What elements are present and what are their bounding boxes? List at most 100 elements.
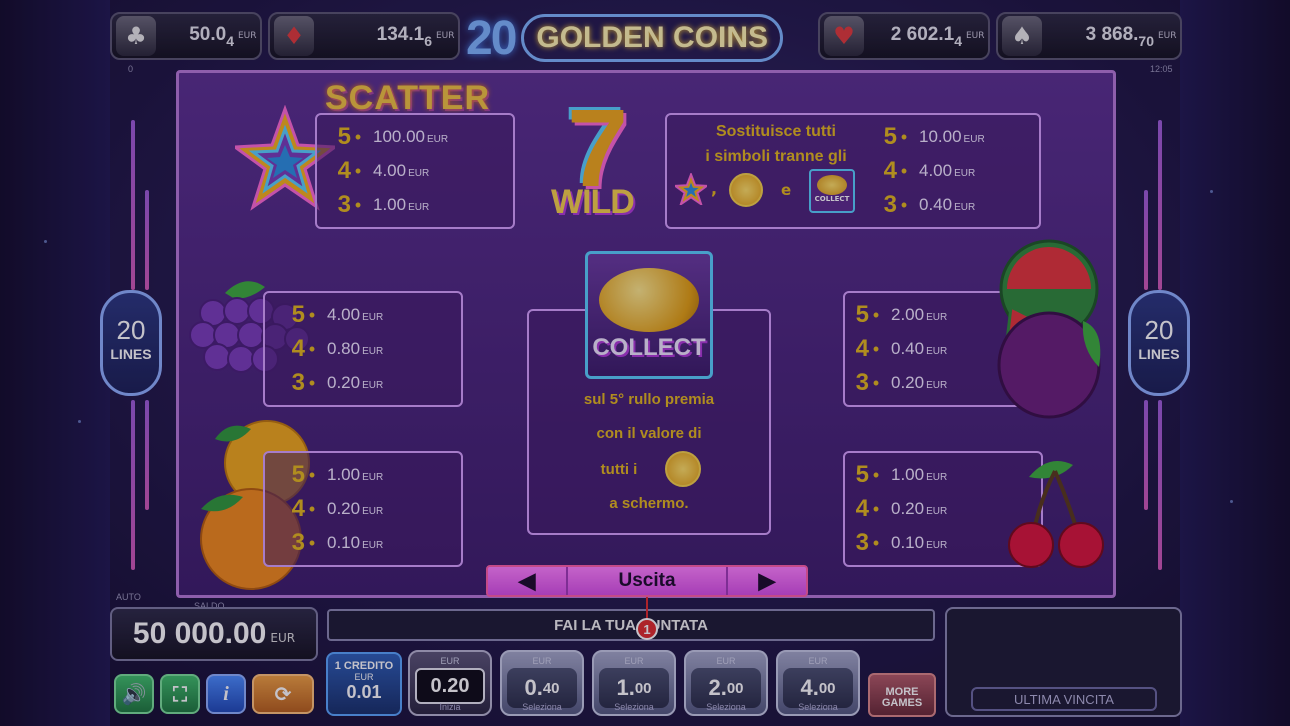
clubs-icon: ♣ (116, 16, 156, 56)
star-mini-icon (675, 173, 707, 205)
jackpot-currency: EUR (436, 31, 455, 41)
pay-dot: • (308, 338, 316, 359)
line-indicator-bar (131, 400, 135, 570)
pay-value: 1.00 (327, 465, 361, 484)
autoplay-icon[interactable]: ⟳ (252, 674, 314, 714)
marker-line (646, 597, 648, 619)
fullscreen-icon[interactable]: ⛶ (160, 674, 200, 714)
lines-label: LINES (1138, 346, 1180, 362)
pay-row: 4 • 0.20 EUR (271, 495, 384, 523)
bet-button[interactable]: EUR 2. 00 Seleziona (684, 650, 768, 716)
bet-button[interactable]: EUR 4. 00 Seleziona (776, 650, 860, 716)
pay-dot: • (354, 194, 362, 215)
next-page-button[interactable]: ▶ (726, 567, 806, 595)
line-indicator-bar (1144, 400, 1148, 510)
bet-currency: EUR (808, 656, 828, 666)
jackpot-value: 134.1 (376, 23, 425, 45)
wild-separator-e: e (781, 181, 792, 199)
pay-dot: • (308, 372, 316, 393)
lines-count: 20 (116, 315, 146, 345)
pay-unit: EUR (954, 202, 976, 213)
pay-value: 0.20 (891, 499, 925, 518)
pay-row: 3 • 0.10 EUR (835, 529, 948, 557)
line-indicator-bar (1158, 400, 1162, 570)
bet-decimals: 00 (634, 679, 652, 697)
bet-amount: 0. (524, 675, 543, 700)
scatter-paytable: 5 • 100.00 EUR 4 • 4.00 EUR 3 • 1.00 EUR (315, 113, 515, 229)
pay-unit: EUR (362, 312, 384, 323)
pay-value: 0.20 (327, 499, 361, 518)
jackpot-decimals: 4 (954, 32, 962, 49)
exit-button[interactable]: Uscita (568, 567, 726, 595)
pay-row: 5 • 2.00 EUR (835, 301, 948, 329)
hearts-icon: ♥ (824, 16, 864, 56)
info-icon[interactable]: i (206, 674, 246, 714)
pay-dot: • (900, 160, 908, 181)
bet-button-start[interactable]: EUR 0.20 Inizia (408, 650, 492, 716)
pay-row: 4 • 0.80 EUR (271, 335, 384, 363)
pay-dot: • (872, 532, 880, 553)
pay-unit: EUR (408, 202, 430, 213)
wild-seven-icon: 7 WILD (551, 87, 635, 221)
bet-decimals: 00 (818, 679, 836, 697)
pay-row: 3 • 0.10 EUR (271, 529, 384, 557)
pay-value: 0.20 (891, 373, 925, 392)
bet-button[interactable]: EUR 0. 40 Seleziona (500, 650, 584, 716)
pay-dot: • (872, 498, 880, 519)
pay-value: 1.00 (373, 195, 407, 214)
pay-row: 4 • 0.20 EUR (835, 495, 948, 523)
pay-unit: EUR (963, 134, 985, 145)
jackpot-diamonds: ♦ 134.16 EUR (268, 12, 460, 60)
bet-currency: EUR (716, 656, 736, 666)
bet-action: Inizia (439, 702, 461, 712)
pay-value: 4.00 (919, 161, 953, 180)
collect-line1: sul 5° rullo premia (583, 391, 715, 408)
last-win-label: ULTIMA VINCITA (971, 687, 1157, 711)
grapes-paytable: 5 • 4.00 EUR 4 • 0.80 EUR 3 • 0.20 EUR (263, 291, 463, 407)
jackpot-spades: ♠ 3 868.70 EUR (996, 12, 1182, 60)
pay-row: 5 • 100.00 EUR (317, 123, 448, 151)
wild-description-line1: Sostituisce tutti (715, 123, 836, 140)
bet-decimals: 40 (542, 679, 560, 697)
jackpot-counter: 0 (128, 64, 134, 74)
pay-row: 4 • 0.40 EUR (835, 335, 948, 363)
pay-unit: EUR (926, 312, 948, 323)
pay-value: 0.40 (919, 195, 953, 214)
sparkle (1230, 500, 1233, 503)
pay-count: 5 (883, 123, 897, 150)
collect-line4: a schermo. (609, 495, 689, 512)
pay-row: 4 • 4.00 EUR (863, 157, 976, 185)
pay-dot: • (872, 338, 880, 359)
sparkle (1210, 190, 1213, 193)
more-games-button[interactable]: MORE GAMES (868, 673, 936, 717)
pay-count: 3 (855, 369, 869, 396)
collect-mini-label: COLLECT (814, 195, 850, 203)
annotation-marker: 1 (636, 618, 658, 640)
line-indicator-bar (131, 120, 135, 290)
jackpot-value: 50.0 (189, 23, 227, 45)
pay-unit: EUR (362, 506, 384, 517)
sound-icon[interactable]: 🔊 (114, 674, 154, 714)
auto-label: AUTO (116, 592, 141, 602)
pay-count: 4 (291, 335, 305, 362)
game-stage: ♣ 50.04 EUR ♦ 134.16 EUR ♥ 2 602.14 EUR … (0, 0, 1290, 726)
bet-action: Seleziona (522, 702, 562, 712)
wild-paytable: Sostituisce tutti i simboli tranne gli ,… (665, 113, 1041, 229)
credit-value-button[interactable]: 1 CREDITO EUR 0.01 (326, 652, 402, 716)
pay-count: 5 (337, 123, 351, 150)
prev-page-button[interactable]: ◀ (488, 567, 568, 595)
pay-dot: • (872, 304, 880, 325)
lines-indicator-right: 20 LINES (1128, 290, 1190, 396)
bet-button[interactable]: EUR 1. 00 Seleziona (592, 650, 676, 716)
wild-description-line2: i simboli tranne gli (705, 148, 847, 165)
pay-dot: • (872, 464, 880, 485)
pay-value: 4.00 (373, 161, 407, 180)
pay-value: 0.80 (327, 339, 361, 358)
pay-unit: EUR (926, 540, 948, 551)
pay-value: 0.20 (327, 373, 361, 392)
jackpot-currency: EUR (238, 31, 257, 41)
pay-row: 3 • 1.00 EUR (317, 191, 430, 219)
jackpot-decimals: 6 (424, 32, 432, 49)
pay-unit: EUR (362, 472, 384, 483)
bet-decimals: 00 (726, 679, 744, 697)
